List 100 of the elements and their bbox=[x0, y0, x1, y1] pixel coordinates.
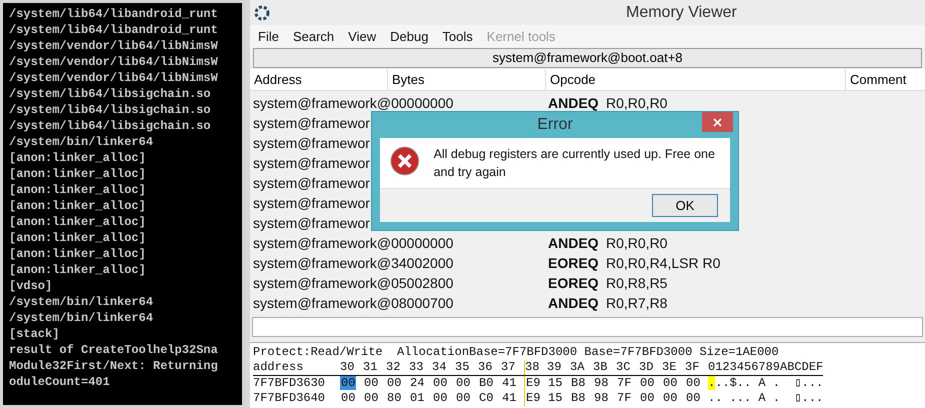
hex-byte[interactable]: 41 bbox=[501, 376, 518, 390]
hex-column-header: 37 bbox=[501, 360, 516, 375]
ascii-text: ...$.. A . ▯... bbox=[708, 376, 824, 391]
address-cell-text: system@framewor bbox=[253, 174, 370, 193]
hex-byte[interactable]: 00 bbox=[639, 376, 656, 390]
hex-byte[interactable]: 00 bbox=[340, 391, 356, 405]
address-field[interactable]: system@framework@boot.oat+8 bbox=[253, 48, 922, 68]
menu-item[interactable]: Tools bbox=[442, 26, 473, 46]
column-header[interactable]: Opcode bbox=[546, 69, 846, 90]
opcode-operands: R0,R0,R4,LSR R0 bbox=[606, 254, 720, 272]
hex-address: 7F7BFD3640 bbox=[253, 391, 326, 406]
hex-byte[interactable]: 7F bbox=[616, 376, 632, 390]
address-cell-text: system@framewor bbox=[253, 134, 370, 153]
hex-address: 7F7BFD3630 bbox=[253, 376, 326, 391]
ascii-header: 0123456789ABCDEF bbox=[708, 360, 824, 375]
hex-column-header: 3B bbox=[593, 360, 608, 375]
hex-byte[interactable]: 00 bbox=[662, 376, 678, 390]
hex-byte[interactable]: 00 bbox=[363, 376, 380, 390]
hex-column-header: 3E bbox=[662, 360, 678, 375]
console-line: /system/bin/linker64 bbox=[9, 310, 154, 326]
hex-byte[interactable]: 80 bbox=[386, 391, 402, 405]
hex-byte[interactable]: 7F bbox=[616, 391, 632, 405]
hex-column-header: 33 bbox=[409, 360, 424, 375]
hex-byte[interactable]: E9 bbox=[525, 391, 542, 405]
opcode-operands: R0,R0,R0 bbox=[606, 94, 668, 112]
ascii-text: .. ... A . ▯... bbox=[708, 391, 824, 406]
hex-column-header: 32 bbox=[386, 360, 402, 375]
hex-header-label: address bbox=[253, 360, 304, 375]
hex-byte[interactable]: 00 bbox=[685, 376, 702, 390]
console-line: /system/lib64/libandroid_runt bbox=[9, 22, 218, 38]
address-cell-text: system@framewor bbox=[253, 114, 370, 133]
console-line: [anon:linker_alloc] bbox=[9, 246, 146, 262]
hex-byte[interactable]: 15 bbox=[547, 376, 564, 390]
hex-column-header: 3F bbox=[685, 360, 700, 375]
ok-button[interactable]: OK bbox=[652, 194, 718, 217]
menu-item[interactable]: File bbox=[258, 26, 279, 46]
hex-byte[interactable]: 00 bbox=[685, 391, 702, 405]
hex-byte[interactable]: 00 bbox=[386, 376, 402, 390]
hex-byte[interactable]: 00 bbox=[455, 376, 472, 390]
hex-byte[interactable]: 01 bbox=[409, 391, 426, 405]
hex-byte[interactable]: 98 bbox=[593, 376, 610, 390]
hex-byte[interactable]: 15 bbox=[547, 391, 564, 405]
column-header[interactable]: Bytes bbox=[388, 69, 546, 90]
console-line: [anon:linker_alloc] bbox=[9, 182, 146, 198]
opcode-operands: R0,R7,R8 bbox=[606, 294, 668, 312]
console-line: [vdso] bbox=[9, 278, 52, 294]
console-line: /system/lib64/libsigchain.so bbox=[9, 86, 211, 102]
address-cell-text: system@framewor bbox=[253, 194, 370, 213]
column-header[interactable]: Comment bbox=[846, 69, 925, 90]
console-line: [anon:linker_alloc] bbox=[9, 166, 146, 182]
hex-column-header: 36 bbox=[478, 360, 494, 375]
console-line: /system/vendor/lib64/libNimsW bbox=[9, 54, 218, 70]
console-line: [anon:linker_alloc] bbox=[9, 262, 146, 278]
console-line: [anon:linker_alloc] bbox=[9, 230, 146, 246]
memory-info: Protect:Read/Write AllocationBase=7F7BFD3000 Base=7F7BFD3000 Size=1AE000 bbox=[253, 345, 779, 360]
hex-byte[interactable]: E9 bbox=[525, 376, 542, 390]
hex-byte[interactable]: 00 bbox=[639, 391, 656, 405]
menu-item[interactable]: View bbox=[348, 26, 376, 46]
hex-byte[interactable]: C0 bbox=[478, 391, 494, 405]
hex-byte[interactable]: 24 bbox=[409, 376, 426, 390]
hex-byte[interactable]: 00 bbox=[432, 376, 448, 390]
hex-byte[interactable]: B8 bbox=[570, 391, 586, 405]
dialog-title: Error bbox=[537, 115, 573, 135]
console-line: oduleCount=401 bbox=[9, 374, 110, 390]
close-button[interactable] bbox=[702, 112, 733, 132]
hex-byte[interactable]: 00 bbox=[662, 391, 678, 405]
address-cell-text: system@framework@34002000 bbox=[253, 254, 454, 273]
hex-byte[interactable]: 98 bbox=[593, 391, 610, 405]
hex-column-header: 35 bbox=[455, 360, 470, 375]
console-line: [anon:linker_alloc] bbox=[9, 214, 146, 230]
address-cell-text: system@framework@08000700 bbox=[253, 294, 454, 313]
hex-column-header: 3D bbox=[639, 360, 654, 375]
hex-column-header: 31 bbox=[363, 360, 378, 375]
menu-item[interactable]: Debug bbox=[390, 26, 428, 46]
column-header[interactable]: Address bbox=[250, 69, 388, 90]
hex-byte[interactable]: 41 bbox=[501, 391, 518, 405]
hex-byte[interactable]: 00 bbox=[363, 391, 380, 405]
hex-byte[interactable]: 00 bbox=[340, 376, 356, 390]
console-line: Module32First/Next: Returning bbox=[9, 358, 218, 374]
opcode-mnemonic: EOREQ bbox=[547, 274, 600, 293]
console-line: /system/bin/linker64 bbox=[9, 294, 154, 310]
opcode-operands: R0,R0,R0 bbox=[606, 234, 668, 252]
address-cell-text: system@framework@00000000 bbox=[253, 94, 454, 113]
command-field[interactable] bbox=[252, 317, 923, 337]
hex-byte[interactable]: B0 bbox=[478, 376, 494, 390]
console-line: /system/lib64/libsigchain.so bbox=[9, 102, 211, 118]
address-cell-text: system@framewor bbox=[253, 154, 370, 173]
hex-byte[interactable]: 00 bbox=[432, 391, 448, 405]
hex-byte[interactable]: B8 bbox=[570, 376, 586, 390]
console-line: result of CreateToolhelp32Sna bbox=[9, 342, 218, 358]
console-line: /system/vendor/lib64/libNimsW bbox=[9, 38, 218, 54]
menu-item[interactable]: Search bbox=[292, 26, 334, 46]
opcode-mnemonic: ANDEQ bbox=[547, 94, 600, 113]
opcode-mnemonic: ANDEQ bbox=[547, 294, 600, 313]
hex-byte[interactable]: 00 bbox=[455, 391, 472, 405]
hex-column-header: 38 bbox=[524, 360, 547, 375]
close-icon bbox=[713, 118, 722, 126]
console-line: [stack] bbox=[9, 326, 60, 342]
opcode-mnemonic: ANDEQ bbox=[547, 234, 600, 253]
console-line: /system/lib64/libsigchain.so bbox=[9, 118, 211, 134]
